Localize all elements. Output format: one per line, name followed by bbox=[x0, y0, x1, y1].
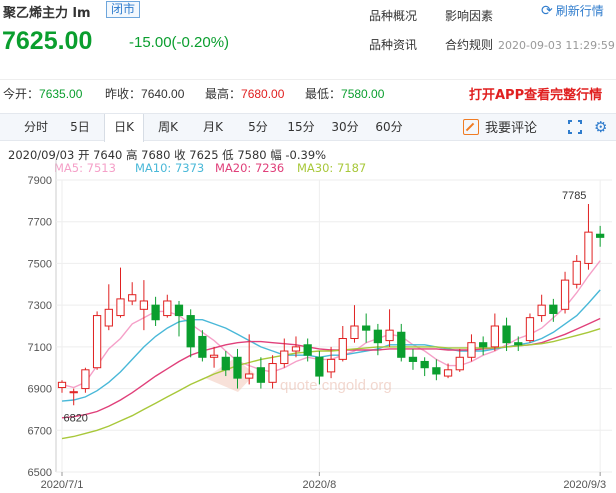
quote-header: 聚乙烯主力 lm 闭市 7625.00 -15.00(-0.20%) 品种概况 … bbox=[0, 0, 616, 70]
candle-down bbox=[174, 304, 184, 317]
market-status-badge: 闭市 bbox=[106, 1, 141, 18]
candle-up bbox=[455, 356, 464, 371]
link-overview[interactable]: 品种概况 bbox=[369, 7, 417, 24]
candle-down bbox=[362, 325, 371, 331]
candle-down bbox=[514, 342, 523, 346]
candle-up bbox=[104, 308, 113, 327]
y-tick-label: 6900 bbox=[28, 384, 52, 396]
candle-up bbox=[128, 294, 137, 302]
y-tick-label: 6500 bbox=[28, 467, 52, 479]
comment-button[interactable]: 我要评论 bbox=[463, 117, 537, 136]
candle-up bbox=[443, 369, 453, 377]
x-tick-label: 2020/8 bbox=[303, 479, 337, 491]
watermark: quote.cngold.org bbox=[205, 358, 392, 394]
candle-up bbox=[525, 317, 535, 342]
candle-up bbox=[116, 298, 125, 317]
tab-15min[interactable]: 15分 bbox=[284, 114, 318, 141]
link-factors[interactable]: 影响因素 bbox=[445, 7, 493, 24]
candle-up bbox=[69, 391, 78, 394]
candle-down bbox=[373, 329, 382, 344]
settings-icon[interactable]: ⚙ bbox=[594, 119, 608, 135]
link-news[interactable]: 品种资讯 bbox=[369, 36, 417, 53]
candle-up bbox=[350, 325, 359, 340]
candle-up bbox=[280, 350, 289, 365]
candle-up bbox=[572, 260, 581, 285]
watermark-text: quote.cngold.org bbox=[280, 377, 392, 394]
candle-up bbox=[92, 315, 102, 369]
tab-weekly-k[interactable]: 周K bbox=[152, 114, 184, 141]
refresh-label: 刷新行情 bbox=[555, 4, 604, 18]
stat-prev-close: 昨收：7640.00 bbox=[105, 87, 185, 101]
candle-up bbox=[209, 354, 219, 358]
stat-high: 最高：7680.00 bbox=[205, 87, 285, 101]
candle-up bbox=[268, 363, 277, 383]
candle-up bbox=[467, 342, 476, 358]
tab-5day[interactable]: 5日 bbox=[64, 114, 96, 141]
candle-up bbox=[560, 279, 570, 310]
candle-down bbox=[408, 356, 418, 362]
link-rules[interactable]: 合约规则 bbox=[445, 36, 493, 53]
tab-intraday[interactable]: 分时 bbox=[20, 114, 52, 141]
candle-up bbox=[584, 231, 593, 264]
candle-up bbox=[537, 304, 546, 317]
candle-down bbox=[479, 342, 488, 348]
candle-down bbox=[303, 344, 312, 356]
candle-down bbox=[198, 335, 207, 358]
candle-down bbox=[233, 356, 242, 379]
candle-up bbox=[338, 338, 347, 360]
candle-down bbox=[420, 360, 429, 369]
open-app-link[interactable]: 打开APP查看完整行情 bbox=[469, 84, 602, 103]
stat-open: 今开：7635.00 bbox=[3, 87, 83, 101]
candle-up bbox=[139, 300, 149, 310]
tab-5min[interactable]: 5分 bbox=[242, 114, 274, 141]
stats-bar: 今开：7635.00 昨收：7640.00 最高：7680.00 最低：7580… bbox=[0, 79, 616, 103]
refresh-button[interactable]: ⟳ 刷新行情 bbox=[541, 2, 604, 19]
candle-down bbox=[256, 367, 266, 383]
candle-up bbox=[291, 346, 301, 352]
price-change: -15.00(-0.20%) bbox=[129, 34, 230, 51]
daily-k-chart[interactable]: 7900 7700 7500 7300 7100 6900 6700 65002020/7/1… bbox=[0, 160, 616, 493]
y-tick-label: 6700 bbox=[28, 425, 52, 437]
y-tick-label: 7500 bbox=[28, 258, 52, 270]
candle-down bbox=[397, 331, 406, 358]
quote-datetime: 2020-09-03 11:29:59 bbox=[498, 39, 615, 52]
stat-low: 最低：7580.00 bbox=[305, 87, 385, 101]
tab-60min[interactable]: 60分 bbox=[372, 114, 406, 141]
tab-monthly-k[interactable]: 月K bbox=[197, 114, 229, 141]
last-price: 7625.00 bbox=[2, 27, 93, 55]
candle-up bbox=[163, 300, 172, 317]
candle-down bbox=[549, 304, 558, 314]
x-tick-label: 2020/7/1 bbox=[41, 479, 84, 491]
candle-down bbox=[221, 356, 230, 371]
candle-up bbox=[385, 329, 394, 342]
y-tick-label: 7900 bbox=[28, 175, 52, 187]
candle-up bbox=[326, 358, 336, 373]
y-tick-label: 7300 bbox=[28, 300, 52, 312]
tab-daily-k[interactable]: 日K bbox=[104, 114, 144, 142]
candle-down bbox=[502, 325, 511, 344]
period-tabs: 分时 5日 日K 周K 月K 5分 15分 30分 60分 我要评论 ⚙ bbox=[0, 113, 616, 142]
candle-up bbox=[81, 369, 90, 390]
y-tick-label: 7100 bbox=[28, 342, 52, 354]
y-tick-label: 7700 bbox=[28, 217, 52, 229]
refresh-icon: ⟳ bbox=[541, 3, 553, 19]
candle-down bbox=[315, 356, 324, 377]
candle-up bbox=[490, 325, 499, 348]
candle-down bbox=[186, 315, 195, 348]
price-annotation: 7785 bbox=[562, 190, 586, 202]
candle-down bbox=[151, 304, 160, 321]
candle-down bbox=[596, 233, 605, 238]
candle-up bbox=[57, 381, 67, 389]
candle-down bbox=[432, 367, 441, 375]
tab-30min[interactable]: 30分 bbox=[328, 114, 362, 141]
price-annotation: 6820 bbox=[63, 412, 87, 424]
expand-icon[interactable] bbox=[568, 120, 582, 134]
instrument-name: 聚乙烯主力 lm bbox=[3, 6, 91, 21]
comment-label: 我要评论 bbox=[485, 121, 538, 136]
candle-up bbox=[245, 373, 254, 379]
edit-icon bbox=[463, 119, 479, 135]
x-tick-label: 2020/9/3 bbox=[563, 479, 606, 491]
